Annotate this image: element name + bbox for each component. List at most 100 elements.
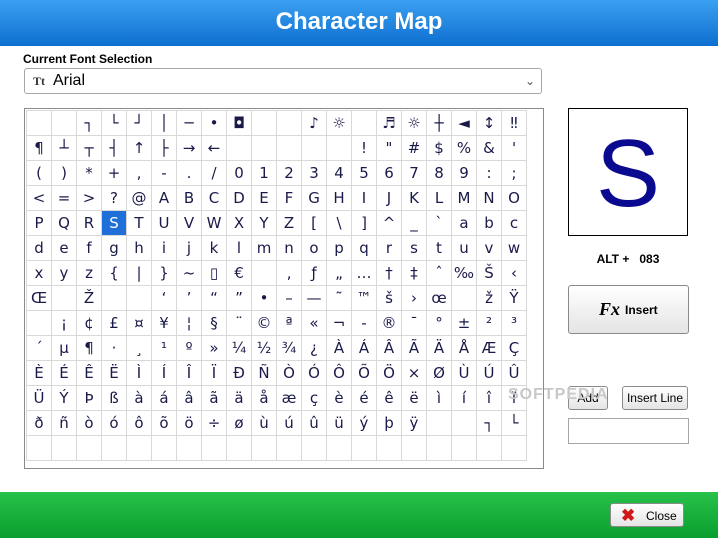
character-cell[interactable]: U	[151, 210, 177, 236]
character-cell[interactable]	[426, 435, 452, 461]
character-cell[interactable]: Å	[451, 335, 477, 361]
chevron-down-icon[interactable]: ⌄	[525, 74, 535, 88]
character-cell[interactable]: þ	[376, 410, 402, 436]
character-cell[interactable]: ˜	[326, 285, 352, 311]
character-cell[interactable]: ß	[101, 385, 127, 411]
character-cell[interactable]: å	[251, 385, 277, 411]
character-cell[interactable]: ã	[201, 385, 227, 411]
close-button[interactable]: ✖ Close	[610, 503, 684, 527]
character-cell[interactable]: ú	[276, 410, 302, 436]
character-cell[interactable]: ·	[101, 335, 127, 361]
character-cell[interactable]: š	[376, 285, 402, 311]
character-cell[interactable]: É	[51, 360, 77, 386]
character-cell[interactable]: k	[201, 235, 227, 261]
character-cell[interactable]: Ü	[26, 385, 52, 411]
character-cell[interactable]: Z	[276, 210, 302, 236]
character-cell[interactable]: 2	[276, 160, 302, 186]
character-cell[interactable]: $	[426, 135, 452, 161]
character-cell[interactable]: »	[201, 335, 227, 361]
character-cell[interactable]: s	[401, 235, 427, 261]
character-cell[interactable]: w	[501, 235, 527, 261]
character-cell[interactable]: .	[176, 160, 202, 186]
character-cell[interactable]: p	[326, 235, 352, 261]
character-cell[interactable]: 1	[251, 160, 277, 186]
character-cell[interactable]: «	[301, 310, 327, 336]
character-cell[interactable]: Ê	[76, 360, 102, 386]
character-cell[interactable]: ï	[501, 385, 527, 411]
character-cell[interactable]: ~	[176, 260, 202, 286]
character-cell[interactable]	[276, 135, 302, 161]
character-cell[interactable]: ;	[501, 160, 527, 186]
character-cell[interactable]	[51, 110, 77, 136]
character-cell[interactable]: ˆ	[426, 260, 452, 286]
character-cell[interactable]: M	[451, 185, 477, 211]
character-cell[interactable]: ™	[351, 285, 377, 311]
add-button[interactable]: Add	[568, 386, 608, 410]
character-cell[interactable]: Ò	[276, 360, 302, 386]
character-cell[interactable]: ñ	[51, 410, 77, 436]
character-cell[interactable]: ┴	[51, 135, 77, 161]
character-cell[interactable]: ▯	[201, 260, 227, 286]
character-cell[interactable]: x	[26, 260, 52, 286]
character-cell[interactable]: õ	[151, 410, 177, 436]
character-cell[interactable]: y	[51, 260, 77, 286]
character-cell[interactable]: ª	[276, 310, 302, 336]
character-cell[interactable]: L	[426, 185, 452, 211]
character-cell[interactable]: (	[26, 160, 52, 186]
character-cell[interactable]: ü	[326, 410, 352, 436]
character-cell[interactable]: Ž	[76, 285, 102, 311]
character-cell[interactable]: ä	[226, 385, 252, 411]
character-cell[interactable]: =	[51, 185, 77, 211]
character-cell[interactable]: F	[276, 185, 302, 211]
character-cell[interactable]: °	[426, 310, 452, 336]
font-dropdown[interactable]: Tt Arial ⌄	[24, 68, 542, 94]
character-cell[interactable]: “	[201, 285, 227, 311]
character-cell[interactable]: Ç	[501, 335, 527, 361]
character-cell[interactable]: ´	[26, 335, 52, 361]
character-cell[interactable]: ô	[126, 410, 152, 436]
character-cell[interactable]: í	[451, 385, 477, 411]
character-cell[interactable]: D	[226, 185, 252, 211]
character-cell[interactable]: t	[426, 235, 452, 261]
character-cell[interactable]: "	[376, 135, 402, 161]
character-cell[interactable]: Y	[251, 210, 277, 236]
character-cell[interactable]: ì	[426, 385, 452, 411]
character-cell[interactable]: ¾	[276, 335, 302, 361]
insert-line-button[interactable]: Insert Line	[622, 386, 688, 410]
character-cell[interactable]	[26, 310, 52, 336]
character-cell[interactable]: c	[501, 210, 527, 236]
character-cell[interactable]	[101, 285, 127, 311]
character-cell[interactable]: Ï	[201, 360, 227, 386]
character-cell[interactable]	[101, 435, 127, 461]
character-cell[interactable]	[426, 410, 452, 436]
character-cell[interactable]: ‼	[501, 110, 527, 136]
character-cell[interactable]: ]	[351, 210, 377, 236]
character-cell[interactable]: Ñ	[251, 360, 277, 386]
character-cell[interactable]: a	[451, 210, 477, 236]
character-cell[interactable]: é	[351, 385, 377, 411]
character-cell[interactable]: ¡	[51, 310, 77, 336]
character-cell[interactable]: ù	[251, 410, 277, 436]
character-cell[interactable]: ½	[251, 335, 277, 361]
character-cell[interactable]: └	[101, 110, 127, 136]
character-cell[interactable]: —	[301, 285, 327, 311]
character-cell[interactable]: T	[126, 210, 152, 236]
character-cell[interactable]: ¸	[126, 335, 152, 361]
character-cell[interactable]: E	[251, 185, 277, 211]
character-cell[interactable]: œ	[426, 285, 452, 311]
character-cell[interactable]: e	[51, 235, 77, 261]
character-cell[interactable]: ’	[176, 285, 202, 311]
character-cell[interactable]: J	[376, 185, 402, 211]
character-cell[interactable]: !	[351, 135, 377, 161]
character-cell[interactable]: ¶	[76, 335, 102, 361]
character-cell[interactable]: 9	[451, 160, 477, 186]
character-cell[interactable]: W	[201, 210, 227, 236]
character-cell[interactable]: £	[101, 310, 127, 336]
character-cell[interactable]: &	[476, 135, 502, 161]
character-cell[interactable]: ¼	[226, 335, 252, 361]
character-cell[interactable]	[126, 285, 152, 311]
character-cell[interactable]	[401, 435, 427, 461]
character-cell[interactable]: ¦	[176, 310, 202, 336]
character-cell[interactable]: |	[126, 260, 152, 286]
character-cell[interactable]: ¹	[151, 335, 177, 361]
